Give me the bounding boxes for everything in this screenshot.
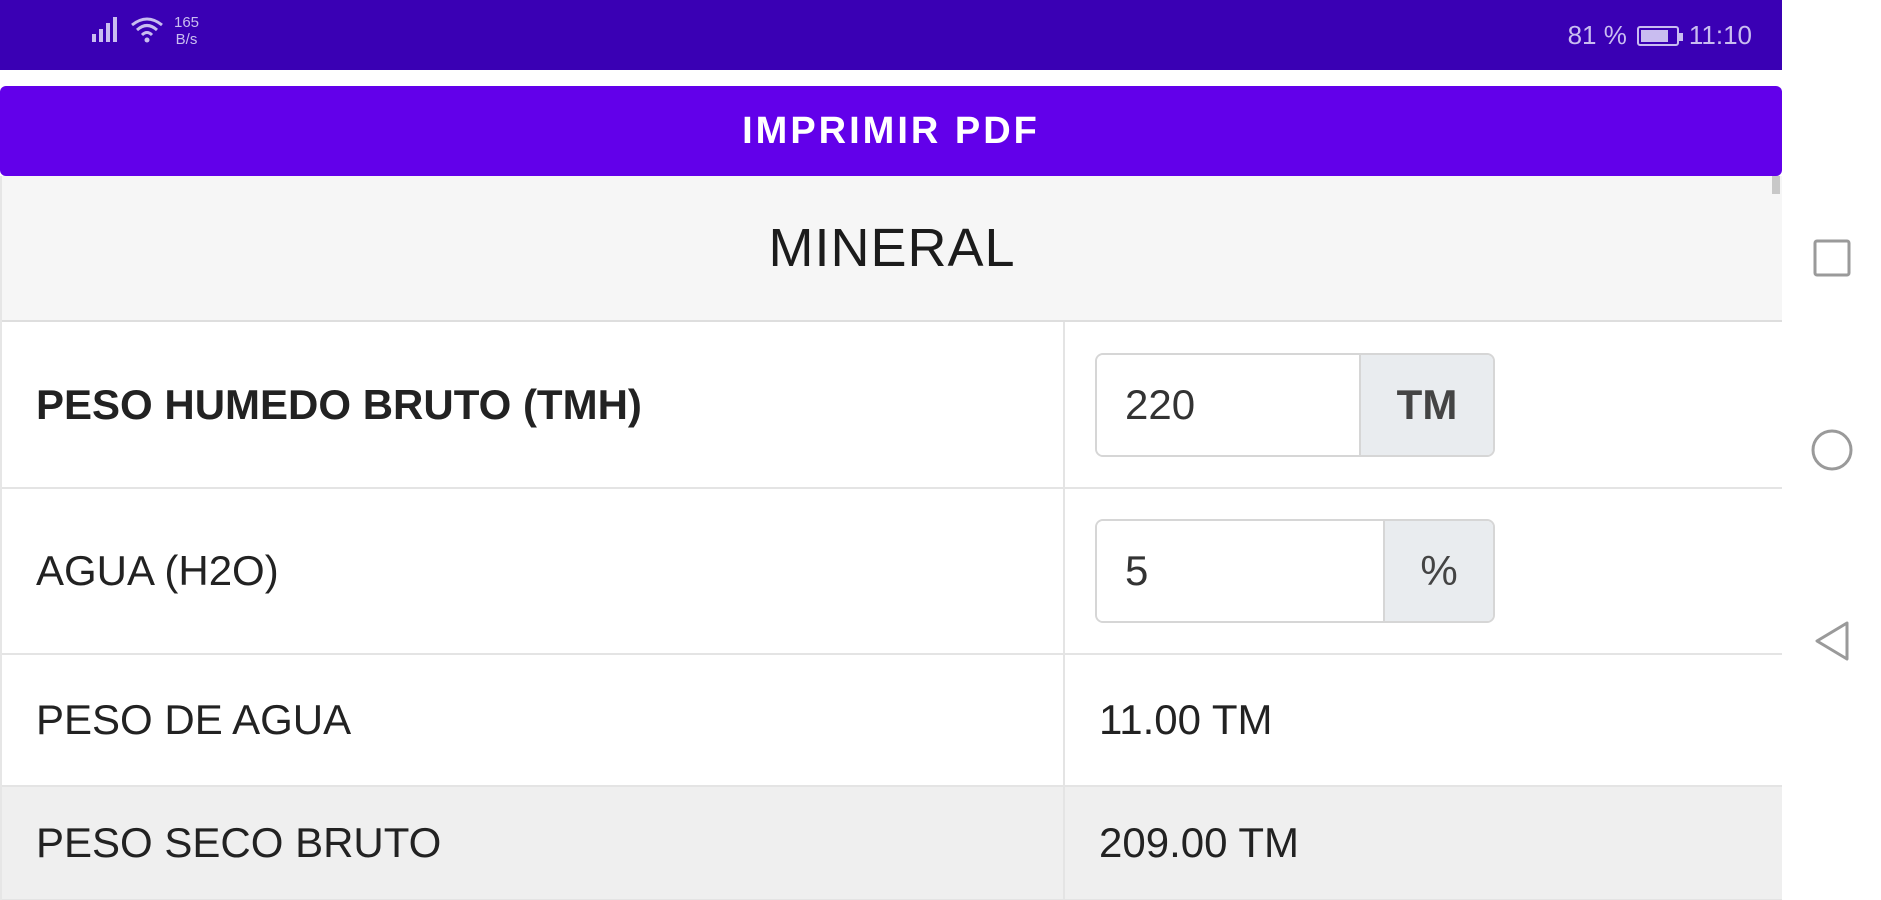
table-row: AGUA (H2O) % — [2, 488, 1782, 655]
system-nav-bar — [1782, 0, 1881, 900]
clock: 11:10 — [1688, 20, 1752, 50]
back-icon[interactable] — [1810, 619, 1854, 663]
peso-seco-value: 209.00 TM — [1064, 786, 1782, 900]
row-value-cell: % — [1064, 488, 1782, 655]
row-label-agua: AGUA (H2O) — [2, 488, 1065, 655]
recent-apps-icon[interactable] — [1810, 236, 1854, 280]
battery-percent: 81 % — [1567, 20, 1627, 50]
row-label-peso-humedo: PESO HUMEDO BRUTO (TMH) — [2, 322, 1065, 489]
signal-icon — [92, 16, 120, 47]
scrollbar-thumb[interactable] — [1772, 176, 1780, 194]
row-value-cell: TM — [1064, 322, 1782, 489]
mineral-card: MINERAL PESO HUMEDO BRUTO (TMH) TM AGUA … — [0, 176, 1782, 900]
row-label-peso-agua: PESO DE AGUA — [2, 654, 1065, 787]
unit-percent-addon: % — [1383, 521, 1493, 621]
agua-percent-input[interactable] — [1097, 521, 1383, 621]
net-speed: 165 B/s — [174, 14, 199, 48]
status-left: 165 B/s — [92, 14, 199, 48]
peso-humedo-input-group: TM — [1095, 352, 1495, 457]
status-bar: 165 B/s 81 % 11:10 — [0, 0, 1782, 70]
row-label-peso-seco: PESO SECO BRUTO — [2, 786, 1065, 900]
battery-fill — [1640, 29, 1669, 42]
battery-icon — [1636, 25, 1683, 46]
print-pdf-button[interactable]: IMPRIMIR PDF — [0, 86, 1782, 176]
net-speed-unit: B/s — [175, 31, 198, 48]
table-row: PESO DE AGUA 11.00 TM — [2, 654, 1782, 787]
card-title: MINERAL — [768, 218, 1016, 278]
wifi-icon — [130, 15, 164, 48]
home-icon[interactable] — [1810, 428, 1854, 472]
peso-agua-value: 11.00 TM — [1064, 654, 1782, 787]
unit-tm-addon: TM — [1359, 354, 1493, 455]
card-header: MINERAL — [2, 176, 1782, 322]
net-speed-value: 165 — [174, 14, 200, 31]
peso-humedo-input[interactable] — [1097, 354, 1359, 455]
table-row: PESO HUMEDO BRUTO (TMH) TM — [2, 322, 1782, 489]
table-row: PESO SECO BRUTO 209.00 TM — [2, 786, 1782, 900]
gap-strip — [0, 70, 1782, 86]
agua-input-group: % — [1095, 519, 1495, 623]
mineral-table: PESO HUMEDO BRUTO (TMH) TM AGUA (H2O) % … — [2, 322, 1782, 900]
status-right: 81 % 11:10 — [1568, 20, 1752, 51]
